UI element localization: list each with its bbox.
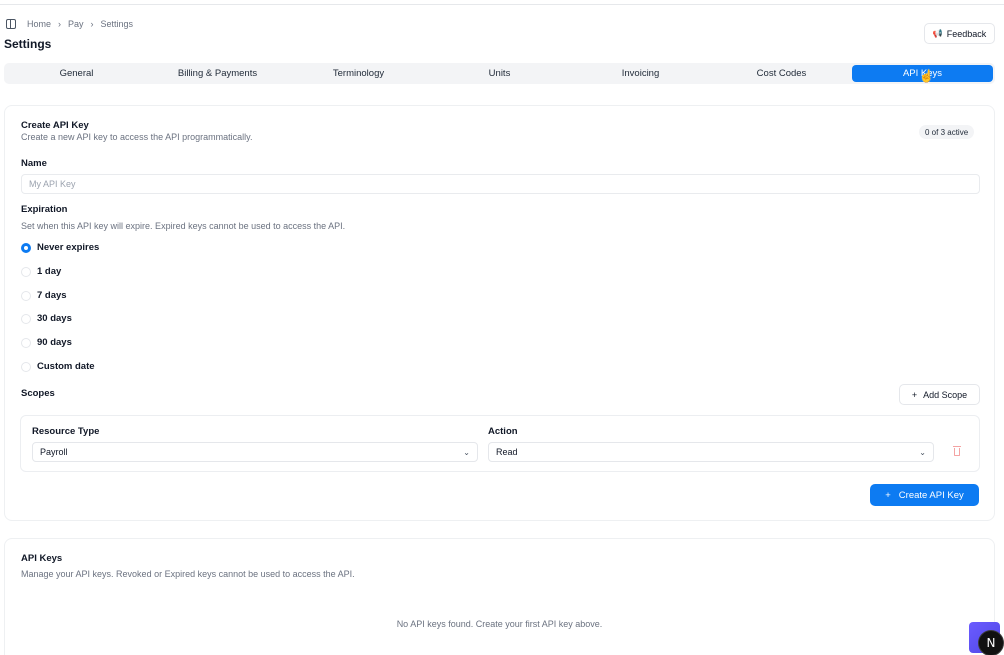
radio-icon[interactable] bbox=[21, 361, 31, 372]
expiration-description: Set when this API key will expire. Expir… bbox=[21, 221, 346, 231]
action-label: Action bbox=[488, 426, 518, 437]
resource-type-value: Payroll bbox=[40, 447, 68, 457]
create-card-title: Create API Key bbox=[21, 120, 89, 131]
radio-icon[interactable] bbox=[21, 313, 31, 324]
breadcrumb-settings: Settings bbox=[100, 19, 134, 29]
api-key-name-input[interactable]: My API Key bbox=[21, 174, 980, 194]
tab-general[interactable]: General bbox=[6, 65, 147, 82]
expiration-label: Expiration bbox=[21, 204, 68, 215]
add-scope-label: Add Scope bbox=[923, 389, 968, 400]
scopes-label: Scopes bbox=[21, 388, 55, 399]
feedback-button[interactable]: 📢 Feedback bbox=[924, 23, 995, 44]
feedback-label: Feedback bbox=[946, 28, 987, 39]
radio-icon[interactable] bbox=[21, 266, 31, 277]
api-keys-title: API Keys bbox=[21, 553, 63, 564]
expiration-option-label: 1 day bbox=[37, 266, 62, 277]
trash-icon[interactable] bbox=[952, 445, 962, 457]
chevron-right-icon: › bbox=[90, 19, 94, 29]
chevron-down-icon: ⌄ bbox=[463, 447, 470, 457]
create-card-description: Create a new API key to access the API p… bbox=[21, 132, 253, 142]
expiration-option-label: Custom date bbox=[37, 361, 95, 372]
plus-icon: + bbox=[911, 389, 918, 400]
nextjs-indicator-icon[interactable]: N bbox=[978, 630, 1004, 655]
chevron-right-icon: › bbox=[58, 19, 62, 29]
scope-row: Resource Type Payroll ⌄ Action Read ⌄ bbox=[20, 415, 980, 472]
megaphone-icon: 📢 bbox=[932, 29, 943, 38]
expiration-option-label: Never expires bbox=[37, 242, 100, 253]
resource-type-label: Resource Type bbox=[32, 426, 100, 437]
action-value: Read bbox=[496, 447, 518, 457]
expiration-option-never[interactable]: Never expires bbox=[21, 242, 99, 253]
tab-units[interactable]: Units bbox=[429, 65, 570, 82]
breadcrumb-home[interactable]: Home bbox=[27, 19, 51, 29]
create-api-key-button[interactable]: + Create API Key bbox=[870, 484, 979, 506]
name-label: Name bbox=[21, 158, 47, 169]
sidebar-toggle-icon[interactable] bbox=[6, 19, 16, 29]
expiration-option-90-days[interactable]: 90 days bbox=[21, 337, 72, 348]
tab-terminology[interactable]: Terminology bbox=[288, 65, 429, 82]
expiration-option-30-days[interactable]: 30 days bbox=[21, 313, 72, 324]
top-divider bbox=[0, 4, 1004, 5]
add-scope-button[interactable]: + Add Scope bbox=[899, 384, 980, 405]
tab-invoicing[interactable]: Invoicing bbox=[570, 65, 711, 82]
active-count-badge: 0 of 3 active bbox=[919, 125, 975, 139]
breadcrumb-pay[interactable]: Pay bbox=[68, 19, 84, 29]
plus-icon: + bbox=[885, 489, 891, 501]
breadcrumb: Home › Pay › Settings bbox=[6, 19, 133, 29]
expiration-option-label: 30 days bbox=[37, 313, 72, 324]
tab-billing-payments[interactable]: Billing & Payments bbox=[147, 65, 288, 82]
expiration-option-7-days[interactable]: 7 days bbox=[21, 290, 67, 301]
page-title: Settings bbox=[4, 37, 52, 51]
radio-checked-icon[interactable] bbox=[21, 242, 31, 253]
chevron-down-icon: ⌄ bbox=[919, 447, 926, 457]
resource-type-select[interactable]: Payroll ⌄ bbox=[32, 442, 478, 462]
radio-icon[interactable] bbox=[21, 290, 31, 301]
action-select[interactable]: Read ⌄ bbox=[488, 442, 934, 462]
expiration-option-1-day[interactable]: 1 day bbox=[21, 266, 61, 277]
api-keys-description: Manage your API keys. Revoked or Expired… bbox=[21, 569, 355, 579]
empty-state-message: No API keys found. Create your first API… bbox=[396, 619, 603, 629]
create-api-key-label: Create API Key bbox=[898, 489, 964, 501]
api-keys-card: API Keys Manage your API keys. Revoked o… bbox=[4, 538, 995, 655]
settings-tabs: General Billing & Payments Terminology U… bbox=[4, 63, 995, 84]
expiration-option-label: 7 days bbox=[37, 290, 67, 301]
pointer-cursor-icon: ☝ bbox=[919, 69, 934, 83]
expiration-option-label: 90 days bbox=[37, 337, 72, 348]
expiration-option-custom-date[interactable]: Custom date bbox=[21, 361, 95, 372]
create-api-key-card: Create API Key Create a new API key to a… bbox=[4, 105, 995, 521]
tab-cost-codes[interactable]: Cost Codes bbox=[711, 65, 852, 82]
radio-icon[interactable] bbox=[21, 337, 31, 348]
